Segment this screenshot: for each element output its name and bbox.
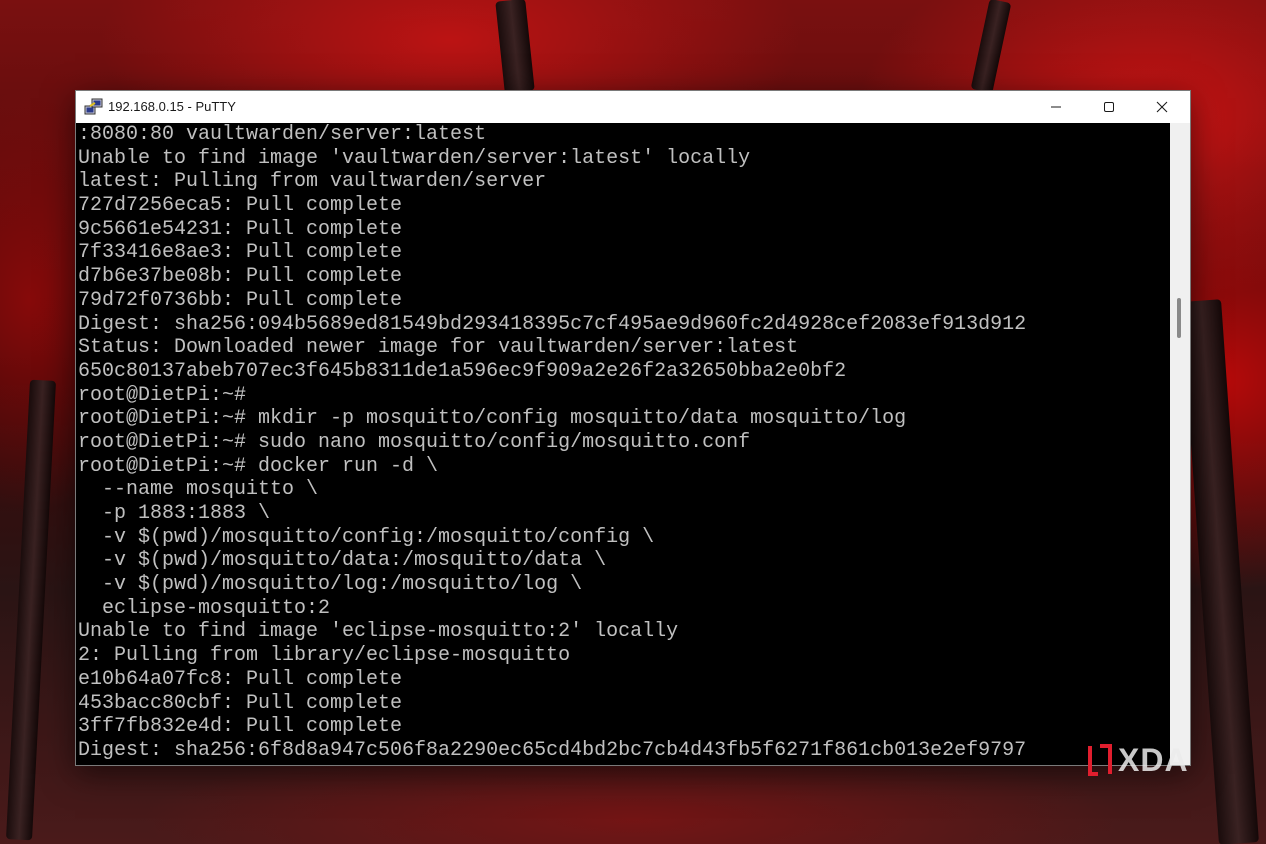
- terminal-line: Digest: sha256:6f8d8a947c506f8a2290ec65c…: [78, 738, 1027, 762]
- terminal-lines: :8080:80 vaultwarden/server:latest Unable…: [76, 123, 1170, 763]
- title-bar[interactable]: 192.168.0.15 - PuTTY: [76, 91, 1190, 123]
- terminal-line: 2: Pulling from library/eclipse-mosquitt…: [78, 644, 571, 668]
- vertical-scrollbar[interactable]: [1170, 123, 1190, 765]
- terminal-line: Unable to find image 'vaultwarden/server…: [78, 146, 751, 170]
- terminal-line: e10b64a07fc8: Pull complete: [78, 667, 403, 691]
- xda-logo-icon: [1088, 744, 1112, 776]
- terminal-line: 3ff7fb832e4d: Pull complete: [78, 715, 403, 739]
- terminal-line: eclipse-mosquitto:2: [78, 596, 331, 620]
- terminal-line: 79d72f0736bb: Pull complete: [78, 288, 403, 312]
- close-icon: [1156, 101, 1168, 113]
- close-button[interactable]: [1136, 91, 1188, 123]
- terminal-output[interactable]: :8080:80 vaultwarden/server:latest Unable…: [76, 123, 1170, 765]
- terminal-line: 650c80137abeb707ec3f645b8311de1a596ec9f9…: [78, 359, 847, 383]
- terminal-line: latest: Pulling from vaultwarden/server: [78, 170, 547, 194]
- tree-trunk: [495, 0, 535, 94]
- tree-trunk: [970, 0, 1012, 94]
- scrollbar-thumb[interactable]: [1177, 298, 1181, 338]
- terminal-line: root@DietPi:~#: [78, 383, 247, 407]
- minimize-icon: [1051, 106, 1061, 108]
- tree-trunk: [1181, 299, 1259, 844]
- terminal-line: -v $(pwd)/mosquitto/log:/mosquitto/log \: [78, 573, 583, 597]
- terminal-line: Status: Downloaded newer image for vault…: [78, 336, 799, 360]
- terminal-line: root@DietPi:~# docker run -d \: [78, 454, 439, 478]
- terminal-line: 7f33416e8ae3: Pull complete: [78, 241, 403, 265]
- terminal-line: Unable to find image 'eclipse-mosquitto:…: [78, 620, 679, 644]
- terminal-line: -v $(pwd)/mosquitto/config:/mosquitto/co…: [78, 525, 655, 549]
- terminal-line: 727d7256eca5: Pull complete: [78, 194, 403, 218]
- maximize-icon: [1104, 102, 1114, 112]
- terminal-line: 453bacc80cbf: Pull complete: [78, 691, 403, 715]
- putty-icon: [84, 98, 103, 115]
- terminal-line: Digest: sha256:094b5689ed81549bd29341839…: [78, 312, 1027, 336]
- terminal-line: -p 1883:1883 \: [78, 502, 271, 525]
- minimize-button[interactable]: [1030, 91, 1082, 123]
- terminal-line: --name mosquitto \: [78, 478, 319, 502]
- terminal-line: d7b6e37be08b: Pull complete: [78, 265, 403, 289]
- terminal-line: root@DietPi:~# mkdir -p mosquitto/config…: [78, 407, 907, 431]
- terminal-line: root@DietPi:~# sudo nano mosquitto/confi…: [78, 430, 751, 454]
- terminal-line: :8080:80 vaultwarden/server:latest: [78, 123, 487, 146]
- putty-window[interactable]: 192.168.0.15 - PuTTY :8080:80 vaultwarde…: [75, 90, 1191, 766]
- terminal-line: -v $(pwd)/mosquitto/data:/mosquitto/data…: [78, 549, 607, 573]
- maximize-button[interactable]: [1083, 91, 1135, 123]
- xda-watermark: XDA: [1086, 742, 1189, 778]
- tree-trunk: [5, 379, 57, 841]
- window-title: 192.168.0.15 - PuTTY: [108, 99, 236, 114]
- watermark-text: XDA: [1118, 741, 1189, 778]
- terminal-line: 9c5661e54231: Pull complete: [78, 217, 403, 241]
